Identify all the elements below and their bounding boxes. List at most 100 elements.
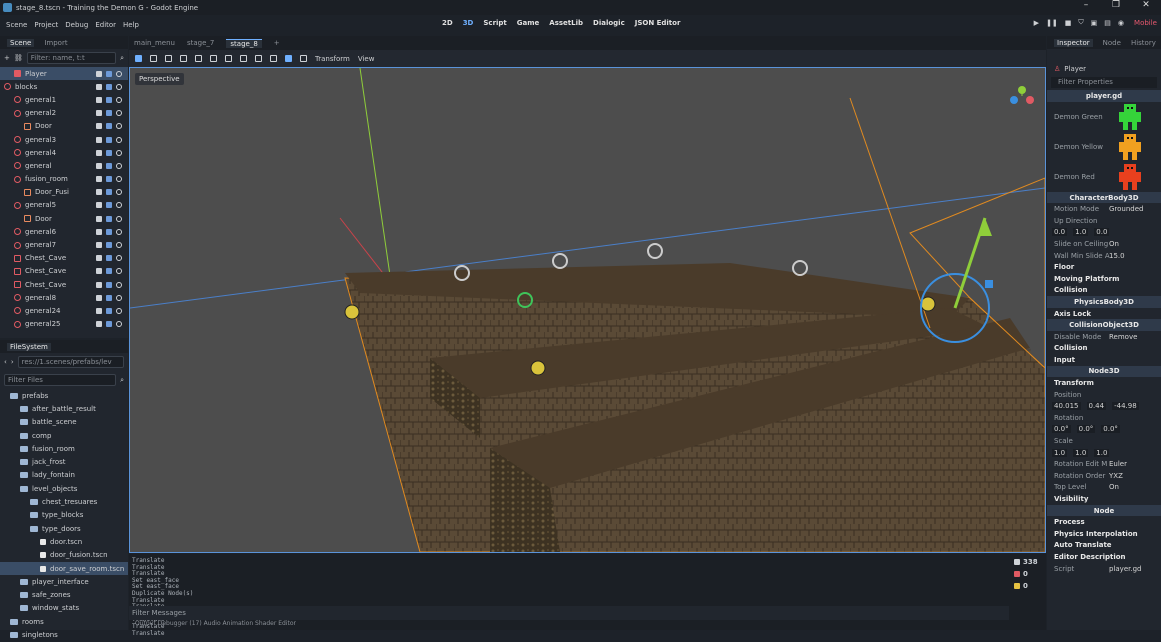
file-item[interactable]: battle_scene [0, 416, 128, 429]
group-input[interactable]: Input [1047, 354, 1161, 366]
workspace-dialogic[interactable]: Dialogic [593, 19, 625, 27]
script-icon[interactable] [96, 255, 102, 262]
position-y-field[interactable]: 0.44 [1086, 402, 1107, 411]
ruler-icon[interactable] [240, 55, 247, 62]
scene-node[interactable]: blocks [0, 80, 128, 93]
demon-property[interactable]: Demon Red [1047, 162, 1161, 192]
workspace-json-editor[interactable]: JSON Editor [635, 19, 681, 27]
script-icon[interactable] [96, 70, 102, 77]
tab-stage-8[interactable]: stage_8 [226, 38, 262, 48]
group-collision[interactable]: Collision [1047, 285, 1161, 297]
filter-properties-input[interactable]: Filter Properties [1051, 76, 1157, 89]
file-item[interactable]: type_doors [0, 522, 128, 535]
move-tool-icon[interactable] [150, 55, 157, 62]
position-x-field[interactable]: 40.015 [1052, 402, 1081, 411]
menu-debug[interactable]: Debug [65, 21, 88, 29]
script-icon[interactable] [96, 149, 102, 156]
group-floor[interactable]: Floor [1047, 261, 1161, 273]
warning-count[interactable]: 0 [1014, 582, 1028, 590]
visibility-icon[interactable] [116, 281, 122, 288]
script-icon[interactable] [96, 242, 102, 249]
group-icon[interactable] [106, 123, 112, 130]
scale-y-field[interactable]: 1.0 [1073, 448, 1089, 457]
slide-ceiling-checkbox[interactable]: On [1109, 240, 1119, 248]
renderer-select[interactable]: Mobile [1134, 19, 1157, 27]
position-z-field[interactable]: -44.98 [1112, 402, 1139, 411]
rotation-z-field[interactable]: 0.0° [1101, 425, 1120, 434]
visibility-icon[interactable] [116, 255, 122, 262]
scene-node[interactable]: general3 [0, 133, 128, 146]
workspace-assetlib[interactable]: AssetLib [549, 19, 583, 27]
group-icon[interactable] [106, 136, 112, 143]
visibility-icon[interactable] [116, 321, 122, 328]
file-item[interactable]: prefabs [0, 389, 128, 402]
environment-preview-icon[interactable] [300, 55, 307, 62]
sun-preview-icon[interactable] [285, 55, 292, 62]
script-icon[interactable] [96, 136, 102, 143]
script-icon[interactable] [96, 228, 102, 235]
file-item[interactable]: type_blocks [0, 509, 128, 522]
scene-node[interactable]: Chest_Cave [0, 265, 128, 278]
file-item[interactable]: door_save_room.tscn [0, 561, 128, 576]
file-item[interactable]: comp [0, 429, 128, 442]
group-icon[interactable] [106, 162, 112, 169]
group-moving-platform[interactable]: Moving Platform [1047, 273, 1161, 285]
up-z-field[interactable]: 0.0 [1094, 228, 1110, 237]
play-scene-icon[interactable]: ▣ [1091, 19, 1098, 27]
tab-main-menu[interactable]: main_menu [134, 39, 175, 47]
workspace-3d[interactable]: 3D [463, 19, 474, 27]
script-icon[interactable] [96, 321, 102, 328]
file-item[interactable]: safe_zones [0, 588, 128, 601]
rotation-x-field[interactable]: 0.0° [1052, 425, 1071, 434]
top-level-checkbox[interactable]: On [1109, 483, 1119, 491]
file-filter-input[interactable]: Filter Files [4, 374, 117, 386]
scale-z-field[interactable]: 1.0 [1094, 448, 1110, 457]
scene-node[interactable]: Chest_Cave [0, 278, 128, 291]
back-icon[interactable]: ‹ [4, 358, 7, 366]
selectable-tool-icon[interactable] [195, 55, 202, 62]
demon-property[interactable]: Demon Yellow [1047, 132, 1161, 162]
tab-scene[interactable]: Scene [7, 38, 35, 47]
scene-node[interactable]: Door [0, 120, 128, 133]
movie-maker-icon[interactable]: ◉ [1118, 19, 1124, 27]
visibility-icon[interactable] [116, 189, 122, 196]
characterbody3d-section[interactable]: CharacterBody3D [1047, 191, 1161, 204]
script-icon[interactable] [96, 281, 102, 288]
script-resource[interactable]: player.gd [1109, 565, 1141, 573]
wall-min-slide-field[interactable]: 15.0 [1109, 252, 1125, 260]
node3d-section[interactable]: Node3D [1047, 365, 1161, 378]
forward-icon[interactable]: › [11, 358, 14, 366]
scene-node[interactable]: general [0, 159, 128, 172]
group-icon[interactable] [106, 70, 112, 77]
script-icon[interactable] [96, 294, 102, 301]
group-process[interactable]: Process [1047, 516, 1161, 528]
up-x-field[interactable]: 0.0 [1052, 228, 1068, 237]
local-space-icon[interactable] [255, 55, 262, 62]
menu-project[interactable]: Project [34, 21, 58, 29]
file-item[interactable]: rooms [0, 615, 128, 628]
visibility-icon[interactable] [116, 242, 122, 249]
scene-node[interactable]: general2 [0, 107, 128, 120]
group-icon[interactable] [225, 55, 232, 62]
visibility-icon[interactable] [116, 110, 122, 117]
tab-filesystem[interactable]: FileSystem [7, 342, 51, 351]
script-icon[interactable] [96, 96, 102, 103]
add-tab-icon[interactable]: + [274, 39, 280, 47]
group-icon[interactable] [106, 255, 112, 262]
group-auto-translate[interactable]: Auto Translate [1047, 540, 1161, 552]
filter-messages-input[interactable]: Filter Messages [129, 606, 1009, 620]
error-count[interactable]: 0 [1014, 570, 1028, 578]
scene-node[interactable]: Door [0, 212, 128, 225]
workspace-2d[interactable]: 2D [442, 19, 453, 27]
file-item[interactable]: window_stats [0, 602, 128, 615]
scene-node[interactable]: general8 [0, 291, 128, 304]
visibility-icon[interactable] [116, 162, 122, 169]
scene-node[interactable]: Door_Fusi [0, 186, 128, 199]
stop-icon[interactable]: ■ [1065, 19, 1072, 27]
visibility-icon[interactable] [116, 70, 122, 77]
visibility-icon[interactable] [116, 123, 122, 130]
group-visibility[interactable]: Visibility [1047, 493, 1161, 505]
tab-stage-7[interactable]: stage_7 [187, 39, 214, 47]
scene-node[interactable]: general24 [0, 304, 128, 317]
node-section[interactable]: Node [1047, 504, 1161, 517]
